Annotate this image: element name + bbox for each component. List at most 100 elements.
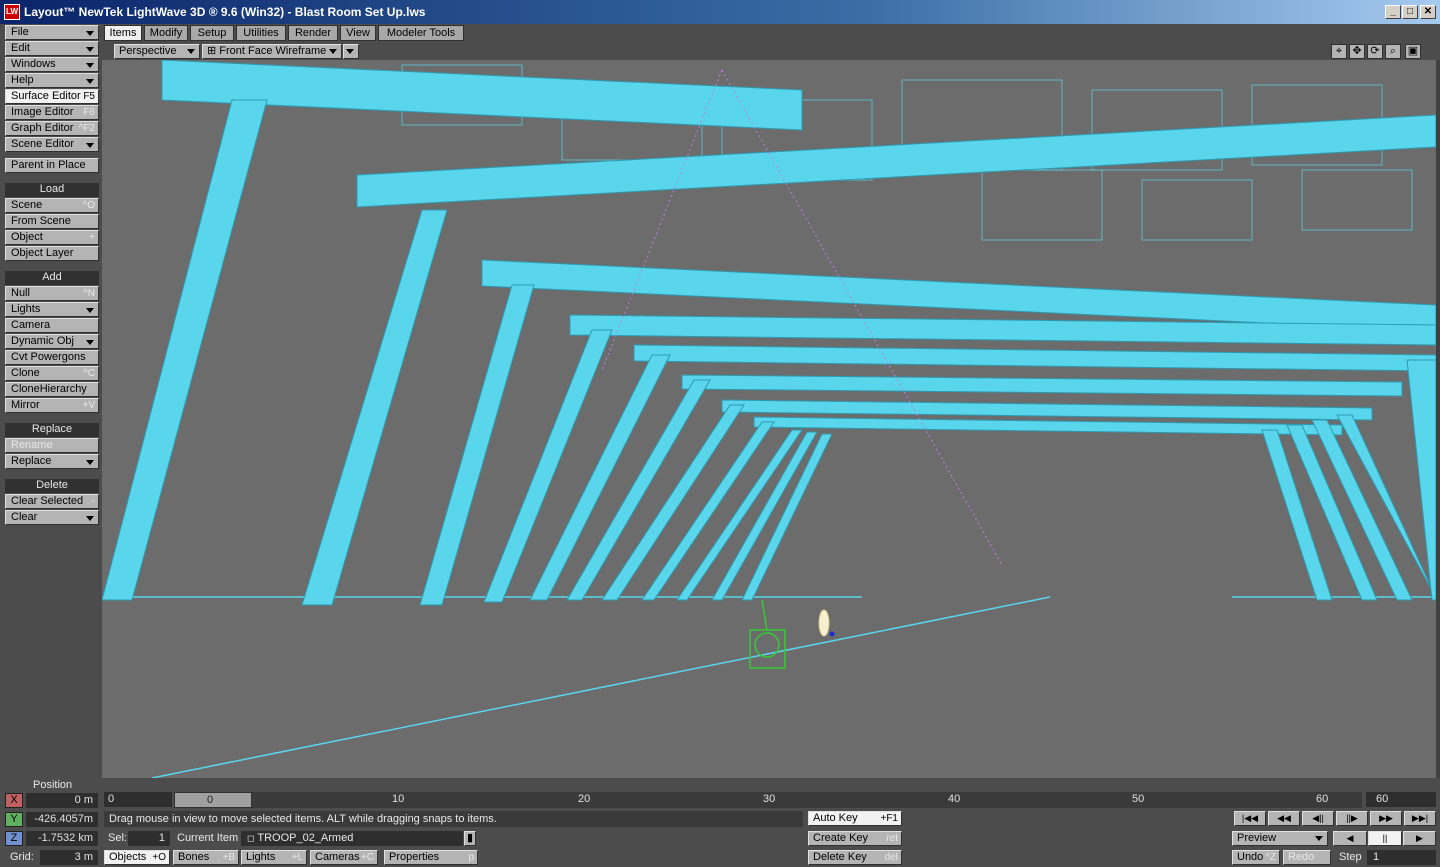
load-object-layer-button[interactable]: Object Layer [5, 246, 99, 261]
clear-label: Clear [11, 511, 38, 523]
add-camera-button[interactable]: Camera [5, 318, 99, 333]
x-axis-toggle[interactable]: X [5, 793, 23, 808]
chevron-down-icon [346, 49, 354, 54]
render-mode-select[interactable]: ⊞ Front Face Wireframe [202, 44, 342, 59]
add-dynamic-obj-button[interactable]: Dynamic Obj [5, 334, 99, 349]
maximize-button[interactable]: □ [1402, 5, 1418, 19]
redo-label: Redo [1288, 851, 1315, 863]
delete-key-button[interactable]: Delete Key del [808, 850, 902, 865]
viewport-options-button[interactable] [343, 44, 359, 59]
clone-hierarchy-button[interactable]: CloneHierarchy [5, 382, 99, 397]
tab-items[interactable]: Items [104, 25, 142, 41]
load-header: Load [5, 183, 99, 197]
parent-in-place-button[interactable]: Parent in Place [5, 158, 99, 173]
left-toolbar: File Edit Windows Help Surface Editor F5 … [0, 24, 102, 782]
load-object-button[interactable]: Object + [5, 230, 99, 245]
play-reverse-button[interactable]: ◀ [1333, 831, 1367, 846]
replace-label: Replace [11, 455, 52, 467]
create-key-button[interactable]: Create Key ret [808, 831, 902, 846]
rename-button[interactable]: Rename [5, 438, 99, 453]
replace-button[interactable]: Replace [5, 454, 99, 469]
help-menu[interactable]: Help [5, 73, 99, 88]
surface-editor-button[interactable]: Surface Editor F5 [5, 89, 99, 104]
item-options-button[interactable]: ▮ [464, 831, 476, 846]
windows-menu[interactable]: Windows [5, 57, 99, 72]
clear-button[interactable]: Clear [5, 510, 99, 525]
cvt-powergons-button[interactable]: Cvt Powergons [5, 350, 99, 365]
3d-viewport[interactable] [102, 60, 1436, 778]
step-field[interactable]: 1 [1367, 850, 1436, 865]
cameras-shortcut: +C [360, 852, 374, 863]
position-z-field[interactable]: -1.7532 km [26, 831, 98, 846]
position-y-field[interactable]: -426.4057m [26, 812, 98, 827]
next-frame-button[interactable]: ||▶ [1336, 811, 1368, 826]
tab-render[interactable]: Render [288, 25, 338, 41]
play-forward-button[interactable]: ▶ [1403, 831, 1436, 846]
end-frame-field[interactable]: 60 [1366, 792, 1436, 807]
previous-frame-button[interactable]: ◀|| [1302, 811, 1334, 826]
start-frame-field[interactable]: 0 [104, 792, 172, 807]
tab-view[interactable]: View [340, 25, 376, 41]
lights-button[interactable]: Lights +L [241, 850, 307, 865]
first-frame-button[interactable]: |◀◀ [1234, 811, 1266, 826]
undo-label: Undo [1237, 851, 1264, 863]
previous-key-button[interactable]: ◀◀ [1268, 811, 1300, 826]
graph-editor-button[interactable]: Graph Editor ^F2 [5, 121, 99, 136]
view-mode-select[interactable]: Perspective [114, 44, 200, 59]
add-null-button[interactable]: Null ^N [5, 286, 99, 301]
sel-label: Sel: [108, 832, 127, 844]
pause-button[interactable]: || [1368, 831, 1402, 846]
view-mode-label: Perspective [119, 45, 177, 57]
position-x-field[interactable]: 0 m [26, 793, 98, 808]
cameras-button[interactable]: Cameras +C [310, 850, 378, 865]
edit-menu[interactable]: Edit [5, 41, 99, 56]
zoom-view-icon[interactable]: ⌕ [1385, 44, 1401, 59]
timeline[interactable]: 0 10 20 30 40 50 60 [174, 792, 1362, 808]
mirror-label: Mirror [11, 399, 40, 411]
close-button[interactable]: ✕ [1420, 5, 1436, 19]
bones-button[interactable]: Bones +B [173, 850, 239, 865]
load-from-scene-label: From Scene [11, 215, 71, 227]
clone-button[interactable]: Clone ^C [5, 366, 99, 381]
window-title: Layout™ NewTek LightWave 3D ® 9.6 (Win32… [24, 5, 426, 19]
objects-button[interactable]: Objects +O [104, 850, 170, 865]
current-item-select[interactable]: ◻ TROOP_02_Armed [241, 831, 463, 846]
preview-label: Preview [1237, 832, 1277, 844]
last-frame-button[interactable]: ▶▶| [1404, 811, 1436, 826]
center-view-icon[interactable]: ⌖ [1331, 44, 1347, 59]
redo-button[interactable]: Redo [1283, 850, 1331, 865]
frame-slider[interactable]: 0 [174, 792, 252, 808]
undo-button[interactable]: Undo ^Z [1232, 850, 1280, 865]
load-object-layer-label: Object Layer [11, 247, 74, 259]
properties-button[interactable]: Properties p [384, 850, 478, 865]
minimize-button[interactable]: _ [1385, 5, 1401, 19]
position-label: Position [33, 779, 73, 791]
load-from-scene-button[interactable]: From Scene [5, 214, 99, 229]
viewport-toolbar: Perspective ⊞ Front Face Wireframe ⌖ ✥ ⟳… [102, 42, 1440, 60]
file-menu[interactable]: File [5, 25, 99, 40]
tick-label: 30 [763, 793, 776, 805]
tab-modify[interactable]: Modify [144, 25, 188, 41]
load-scene-button[interactable]: Scene ^O [5, 198, 99, 213]
y-axis-toggle[interactable]: Y [5, 812, 23, 827]
move-view-icon[interactable]: ✥ [1349, 44, 1365, 59]
scene-editor-button[interactable]: Scene Editor [5, 137, 99, 152]
z-axis-toggle[interactable]: Z [5, 831, 23, 846]
preview-select[interactable]: Preview [1232, 831, 1328, 846]
tab-utilities[interactable]: Utilities [236, 25, 286, 41]
maximize-viewport-icon[interactable]: ▣ [1405, 44, 1421, 59]
clear-selected-button[interactable]: Clear Selected - [5, 494, 99, 509]
tab-setup[interactable]: Setup [190, 25, 234, 41]
clear-selected-label: Clear Selected [11, 495, 84, 507]
tab-modeler-tools[interactable]: Modeler Tools [378, 25, 464, 41]
add-lights-button[interactable]: Lights [5, 302, 99, 317]
next-key-button[interactable]: ▶▶ [1370, 811, 1402, 826]
auto-key-button[interactable]: Auto Key +F1 [808, 811, 902, 826]
grid-size-field[interactable]: 3 m [40, 850, 98, 865]
mirror-button[interactable]: Mirror +V [5, 398, 99, 413]
add-null-shortcut: ^N [83, 288, 95, 299]
rotate-view-icon[interactable]: ⟳ [1367, 44, 1383, 59]
truss-column [301, 209, 448, 606]
image-editor-button[interactable]: Image Editor F6 [5, 105, 99, 120]
file-menu-label: File [11, 26, 29, 38]
